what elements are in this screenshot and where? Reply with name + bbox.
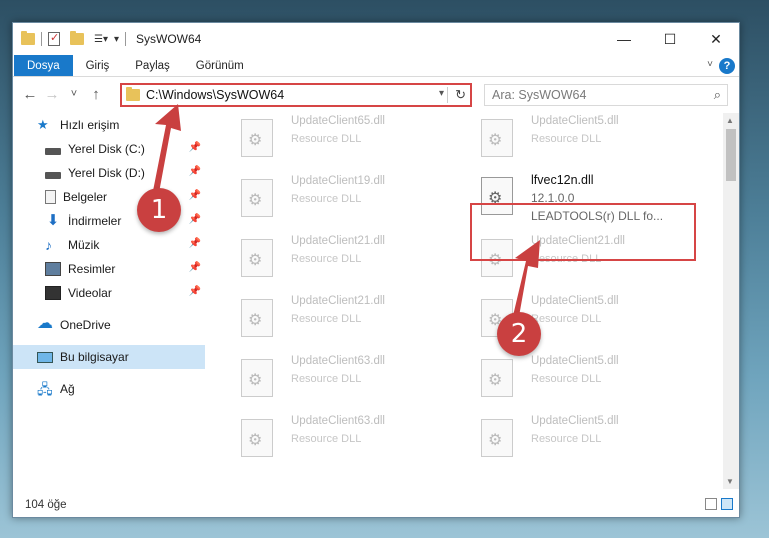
annotation-arrows bbox=[152, 104, 540, 322]
arrow-to-address-bar bbox=[152, 104, 181, 198]
step-2-badge: 2 bbox=[497, 312, 541, 356]
step-1-badge: 1 bbox=[137, 188, 181, 232]
arrow-to-file bbox=[512, 240, 540, 322]
